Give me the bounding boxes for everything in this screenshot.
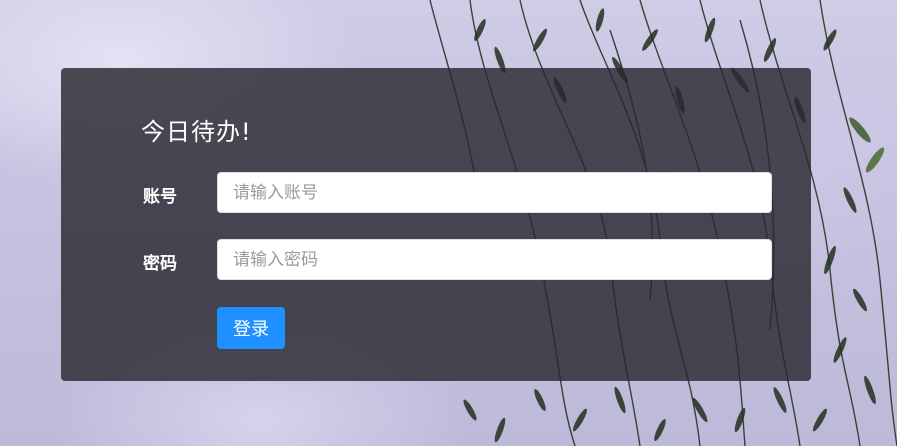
account-label: 账号 [143,187,177,207]
login-button[interactable]: 登录 [217,307,285,349]
password-input[interactable] [217,239,772,280]
login-panel: 今日待办! 账号 密码 登录 [61,68,811,381]
account-input[interactable] [217,172,772,213]
password-label: 密码 [143,254,177,274]
page-title: 今日待办! [141,118,252,146]
